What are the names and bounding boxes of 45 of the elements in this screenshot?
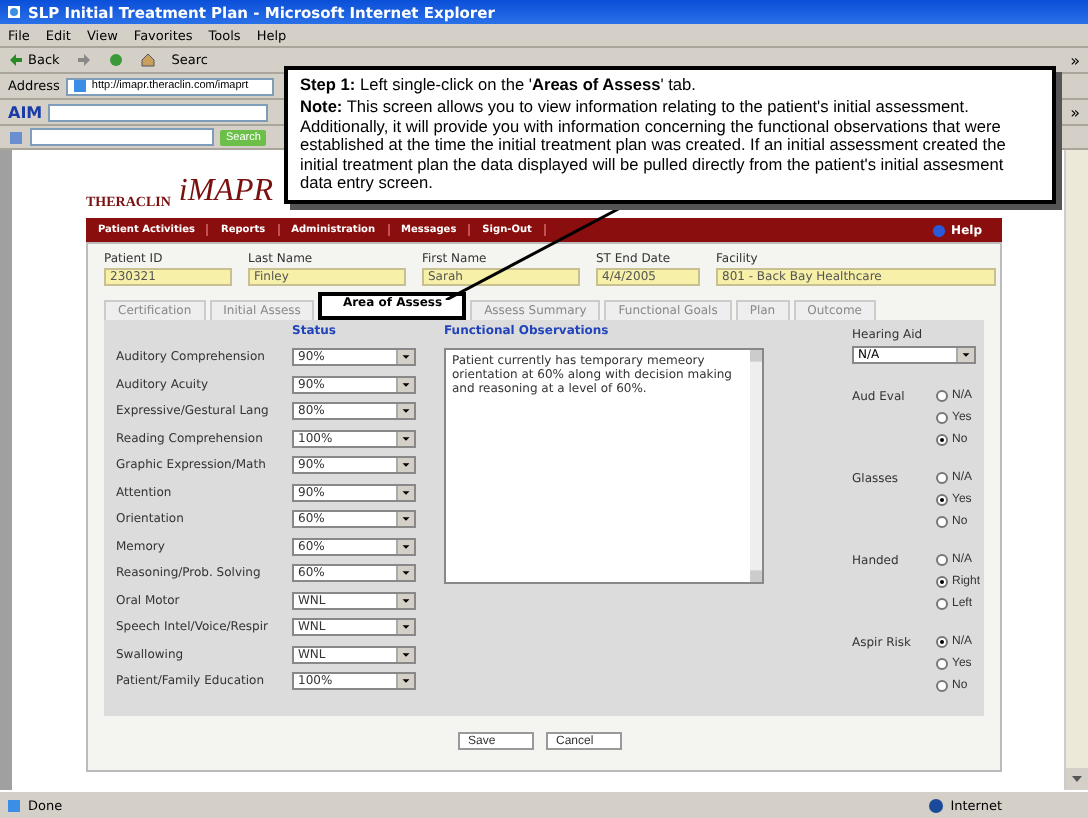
step-instruction: Step 1: Left single-click on the 'Areas of Assess' tab.	[300, 76, 698, 95]
home-icon[interactable]	[139, 52, 156, 68]
dropdown-arrow-icon	[396, 647, 414, 662]
radio-button[interactable]	[936, 389, 948, 401]
radio-button[interactable]	[936, 471, 948, 483]
dropdown-arrow-icon	[396, 458, 414, 473]
dropdown-arrow-icon	[396, 431, 414, 446]
radio-button[interactable]	[936, 411, 948, 423]
dropdown-arrow-icon	[396, 485, 414, 500]
dropdown-arrow-icon	[396, 404, 414, 419]
dropdown-arrow-icon	[396, 674, 414, 689]
page-icon	[71, 78, 88, 94]
dropdown-arrow-icon	[396, 512, 414, 527]
radio-button[interactable]	[936, 635, 948, 647]
radio-button[interactable]	[936, 657, 948, 669]
back-arrow-icon[interactable]	[8, 52, 24, 68]
page-icon	[6, 797, 22, 813]
dropdown-arrow-icon	[396, 593, 414, 608]
scrollbar[interactable]	[1064, 150, 1088, 790]
search-field[interactable]	[30, 128, 214, 146]
dropdown-arrow-icon	[956, 348, 974, 362]
dropdown-arrow-icon	[396, 377, 414, 392]
toolbar-chevron[interactable]: »	[1070, 51, 1080, 69]
radio-button[interactable]	[936, 575, 948, 587]
radio-button[interactable]	[936, 597, 948, 609]
page-icon	[6, 4, 22, 20]
dropdown-arrow-icon	[396, 539, 414, 554]
dropdown-arrow-icon	[396, 350, 414, 365]
radio-button[interactable]	[936, 433, 948, 445]
radio-button[interactable]	[936, 679, 948, 691]
globe-icon	[928, 797, 945, 813]
scrollbar[interactable]	[750, 350, 762, 582]
toolbar-chevron[interactable]: »	[1070, 103, 1080, 121]
dropdown-arrow-icon	[396, 620, 414, 635]
radio-button[interactable]	[936, 515, 948, 527]
note-text: Note: This screen allows you to view information relating to the patient's initial assessment. Additionally, it will provide you with information concerning the functional observations that were established at the time the initial treatment plan was created. If an initial assessment created the initial treatment plan the data displayed will be pulled directly from the patient's initial assesment data entry screen.	[300, 98, 1008, 193]
radio-button[interactable]	[936, 553, 948, 565]
aim-field[interactable]	[48, 103, 269, 121]
dropdown-arrow-icon	[396, 566, 414, 581]
refresh-icon[interactable]	[107, 52, 124, 68]
aim-logo[interactable]: AIM	[8, 103, 43, 121]
forward-arrow-icon[interactable]	[75, 52, 92, 68]
radio-button[interactable]	[936, 493, 948, 505]
product-logo: iMAPR	[178, 174, 273, 210]
scroll-down-icon[interactable]	[1066, 768, 1088, 790]
